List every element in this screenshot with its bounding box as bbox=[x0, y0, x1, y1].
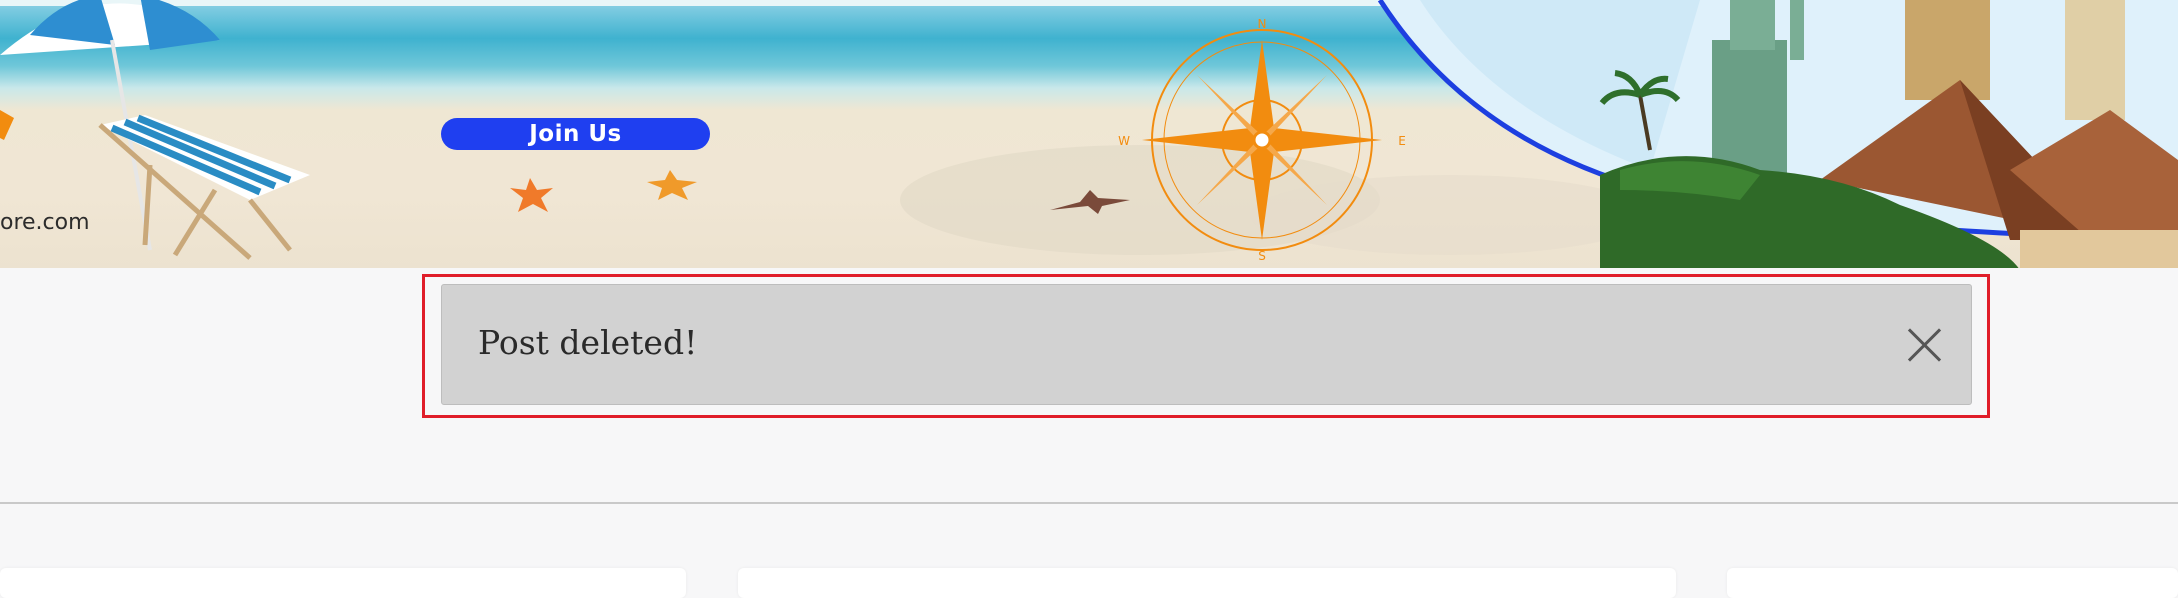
section-divider bbox=[0, 502, 2178, 504]
join-us-button[interactable]: Join Us bbox=[441, 118, 710, 150]
compass-s: S bbox=[1258, 249, 1266, 263]
post-card[interactable] bbox=[0, 568, 686, 598]
header-banner: N E S W Join Us ore.com bbox=[0, 0, 2178, 275]
post-card[interactable] bbox=[1727, 568, 2178, 598]
beach-chair-icon bbox=[98, 114, 310, 260]
post-deleted-alert: Post deleted! bbox=[441, 284, 1972, 405]
close-icon[interactable] bbox=[1905, 326, 1943, 364]
compass-n: N bbox=[1258, 17, 1267, 31]
alert-message: Post deleted! bbox=[478, 323, 698, 362]
post-card[interactable] bbox=[738, 568, 1676, 598]
compass-e: E bbox=[1398, 134, 1406, 148]
compass-w: W bbox=[1118, 134, 1130, 148]
site-domain-text: ore.com bbox=[0, 210, 90, 235]
